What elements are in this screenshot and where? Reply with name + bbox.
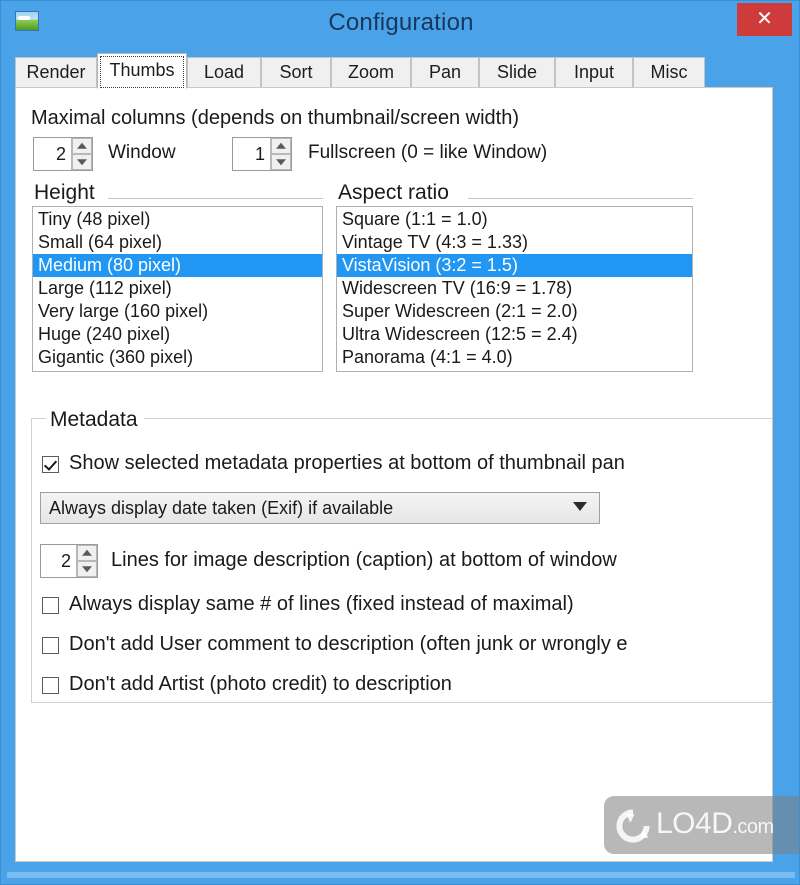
fullscreen-columns-buttons[interactable] xyxy=(270,138,291,170)
tab-label: Thumbs xyxy=(109,60,175,80)
fixed-lines-checkbox[interactable] xyxy=(42,597,59,614)
aspect-group-rule xyxy=(468,198,693,199)
height-listbox[interactable]: Tiny (48 pixel) Small (64 pixel) Medium … xyxy=(32,206,323,372)
show-metadata-properties-checkbox[interactable] xyxy=(42,456,59,473)
caption-lines-down-button[interactable] xyxy=(77,561,97,577)
watermark-suffix: .com xyxy=(732,816,774,838)
circular-arrows-icon xyxy=(616,809,650,843)
tab-label: Input xyxy=(573,62,615,82)
list-item[interactable]: Very large (160 pixel) xyxy=(33,300,322,323)
list-item[interactable]: Tiny (48 pixel) xyxy=(33,208,322,231)
chevron-down-icon xyxy=(573,502,587,511)
tab-input[interactable]: Input xyxy=(555,57,633,87)
caption-lines-value: 2 xyxy=(60,551,71,571)
tab-render[interactable]: Render xyxy=(15,57,97,87)
tab-misc[interactable]: Misc xyxy=(633,57,705,87)
tab-label: Misc xyxy=(650,62,688,82)
metadata-group-title: Metadata xyxy=(46,408,144,432)
caption-lines-buttons[interactable] xyxy=(76,545,97,577)
aspect-group-title: Aspect ratio xyxy=(334,181,455,205)
height-group-rule xyxy=(108,198,323,199)
show-metadata-properties-label: Show selected metadata properties at bot… xyxy=(69,452,625,474)
tab-strip: Render Thumbs Load Sort Zoom Pan Slide I… xyxy=(15,53,787,89)
caption-lines-stepper[interactable]: 2 xyxy=(40,544,98,578)
tab-label: Load xyxy=(203,62,245,82)
tab-label: Slide xyxy=(496,62,538,82)
height-group-title: Height xyxy=(30,181,101,205)
list-item[interactable]: Panorama (4:1 = 4.0) xyxy=(337,346,692,369)
no-artist-checkbox[interactable] xyxy=(42,677,59,694)
list-item[interactable]: Large (112 pixel) xyxy=(33,277,322,300)
list-item-selected[interactable]: Medium (80 pixel) xyxy=(33,254,322,277)
fullscreen-columns-label: Fullscreen (0 = like Window) xyxy=(308,142,548,163)
arrow-up-icon xyxy=(77,142,87,149)
tab-zoom[interactable]: Zoom xyxy=(331,57,411,87)
tab-label: Pan xyxy=(428,62,462,82)
list-item[interactable]: Super Widescreen (2:1 = 2.0) xyxy=(337,300,692,323)
window-columns-buttons[interactable] xyxy=(71,138,92,170)
caption-lines-up-button[interactable] xyxy=(77,545,97,561)
tab-label: Sort xyxy=(279,62,313,82)
window-columns-value: 2 xyxy=(55,144,66,164)
fixed-lines-label: Always display same # of lines (fixed in… xyxy=(69,593,574,615)
window-title: Configuration xyxy=(328,9,474,36)
list-item[interactable]: Ultra Widescreen (12:5 = 2.4) xyxy=(337,323,692,346)
aspect-listbox[interactable]: Square (1:1 = 1.0) Vintage TV (4:3 = 1.3… xyxy=(336,206,693,372)
tab-label: Render xyxy=(26,62,86,82)
date-display-combobox[interactable]: Always display date taken (Exif) if avai… xyxy=(40,492,600,524)
window-columns-stepper[interactable]: 2 xyxy=(33,137,93,171)
list-item[interactable]: Widescreen TV (16:9 = 1.78) xyxy=(337,277,692,300)
list-item[interactable]: Small (64 pixel) xyxy=(33,231,322,254)
date-display-value: Always display date taken (Exif) if avai… xyxy=(49,498,394,518)
arrow-down-icon xyxy=(82,566,92,573)
list-item[interactable]: Vintage TV (4:3 = 1.33) xyxy=(337,231,692,254)
caption-lines-label: Lines for image description (caption) at… xyxy=(111,549,617,571)
close-button[interactable]: ✕ xyxy=(737,3,792,36)
fullscreen-columns-value: 1 xyxy=(254,144,265,164)
watermark-text: LO4D.com xyxy=(656,807,774,841)
window-columns-down-button[interactable] xyxy=(72,154,92,170)
lo4d-watermark: LO4D.com xyxy=(604,796,799,854)
tab-pan[interactable]: Pan xyxy=(411,57,479,87)
thumbs-tab-page: Maximal columns (depends on thumbnail/sc… xyxy=(15,87,773,862)
configuration-window: Configuration ✕ Render Thumbs Load Sort … xyxy=(0,0,800,885)
no-user-comment-checkbox[interactable] xyxy=(42,637,59,654)
window-columns-label: Window xyxy=(108,142,176,163)
maximal-columns-heading: Maximal columns (depends on thumbnail/sc… xyxy=(31,107,520,129)
fullscreen-columns-down-button[interactable] xyxy=(271,154,291,170)
list-item[interactable]: Gigantic (360 pixel) xyxy=(33,346,322,369)
no-user-comment-label: Don't add User comment to description (o… xyxy=(69,633,628,655)
tab-sort[interactable]: Sort xyxy=(261,57,331,87)
no-artist-label: Don't add Artist (photo credit) to descr… xyxy=(69,673,452,695)
fullscreen-columns-up-button[interactable] xyxy=(271,138,291,154)
watermark-name: LO4D xyxy=(656,807,733,840)
fullscreen-columns-stepper[interactable]: 1 xyxy=(232,137,292,171)
tab-slide[interactable]: Slide xyxy=(479,57,555,87)
arrow-down-icon xyxy=(276,159,286,166)
arrow-down-icon xyxy=(77,159,87,166)
tab-label: Zoom xyxy=(347,62,394,82)
tab-thumbs[interactable]: Thumbs xyxy=(97,53,187,89)
window-columns-up-button[interactable] xyxy=(72,138,92,154)
title-bar: Configuration ✕ xyxy=(1,1,799,46)
list-item-selected[interactable]: VistaVision (3:2 = 1.5) xyxy=(337,254,692,277)
window-bottom-edge xyxy=(7,872,795,878)
list-item[interactable]: Huge (240 pixel) xyxy=(33,323,322,346)
list-item[interactable]: Square (1:1 = 1.0) xyxy=(337,208,692,231)
tab-load[interactable]: Load xyxy=(187,57,261,87)
arrow-up-icon xyxy=(276,142,286,149)
arrow-up-icon xyxy=(82,549,92,556)
